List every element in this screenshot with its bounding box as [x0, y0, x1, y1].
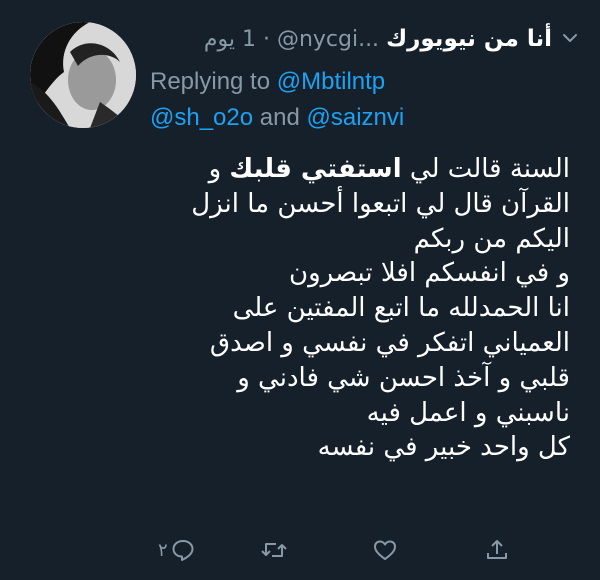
retweet-icon [260, 537, 288, 563]
share-button[interactable] [484, 530, 510, 570]
mention-link[interactable]: @Mbtilntp [277, 68, 385, 95]
tweet-text-line: و في انفسكم افلا تبصرون [289, 258, 570, 289]
tweet-text-line: السنة قالت لي استفتي قلبك و [208, 154, 570, 184]
replying-prefix: Replying to [150, 68, 271, 95]
tweet-text-line: العمياني اتفكر في نفسي و اصدق [209, 327, 570, 358]
author-handle[interactable]: @nycgi... [277, 27, 379, 52]
tweet-text: السنة قالت لي استفتي قلبك و القرآن قال لي… [50, 152, 570, 465]
replying-and: and [259, 104, 300, 131]
avatar-photo [30, 22, 136, 128]
tweet-text-line: ناسبني و اعمل فيه [366, 397, 570, 428]
tweet-meta: أنا من نيويورك @nycgi... · 1 يوم [204, 26, 552, 52]
author-name[interactable]: أنا من نيويورك [386, 26, 552, 52]
mention-link[interactable]: @saiznvi [307, 104, 405, 131]
avatar[interactable] [30, 22, 136, 128]
tweet-text-line: انا الحمدلله ما اتبع المفتين على [232, 293, 570, 324]
timestamp[interactable]: 1 يوم [204, 27, 256, 52]
tweet-actions: ٢ [150, 530, 580, 570]
replying-to: Replying to @Mbtilntp @sh_o2o and @saizn… [150, 64, 580, 136]
retweet-button[interactable] [260, 530, 288, 570]
separator-dot: · [262, 27, 270, 52]
tweet-text-line: كل واحد خبير في نفسه [317, 432, 570, 463]
mention-link[interactable]: @sh_o2o [150, 104, 253, 131]
tweet-header: أنا من نيويورك @nycgi... · 1 يوم [150, 22, 580, 62]
heart-icon [372, 537, 398, 563]
reply-icon [170, 537, 196, 563]
tweet-text-line: القرآن قال لي اتبعوا أحسن ما انزل [191, 188, 570, 219]
share-icon [484, 537, 510, 563]
tweet-text-line: قلبي و آخذ احسن شي فادني و [237, 362, 570, 393]
tweet-text-line: اليكم من ربكم [413, 223, 570, 254]
chevron-down-icon[interactable] [560, 28, 580, 48]
reply-count: ٢ [158, 539, 168, 561]
bold-phrase: استفتي قلبك [229, 154, 402, 184]
reply-button[interactable]: ٢ [158, 530, 196, 570]
like-button[interactable] [372, 530, 398, 570]
